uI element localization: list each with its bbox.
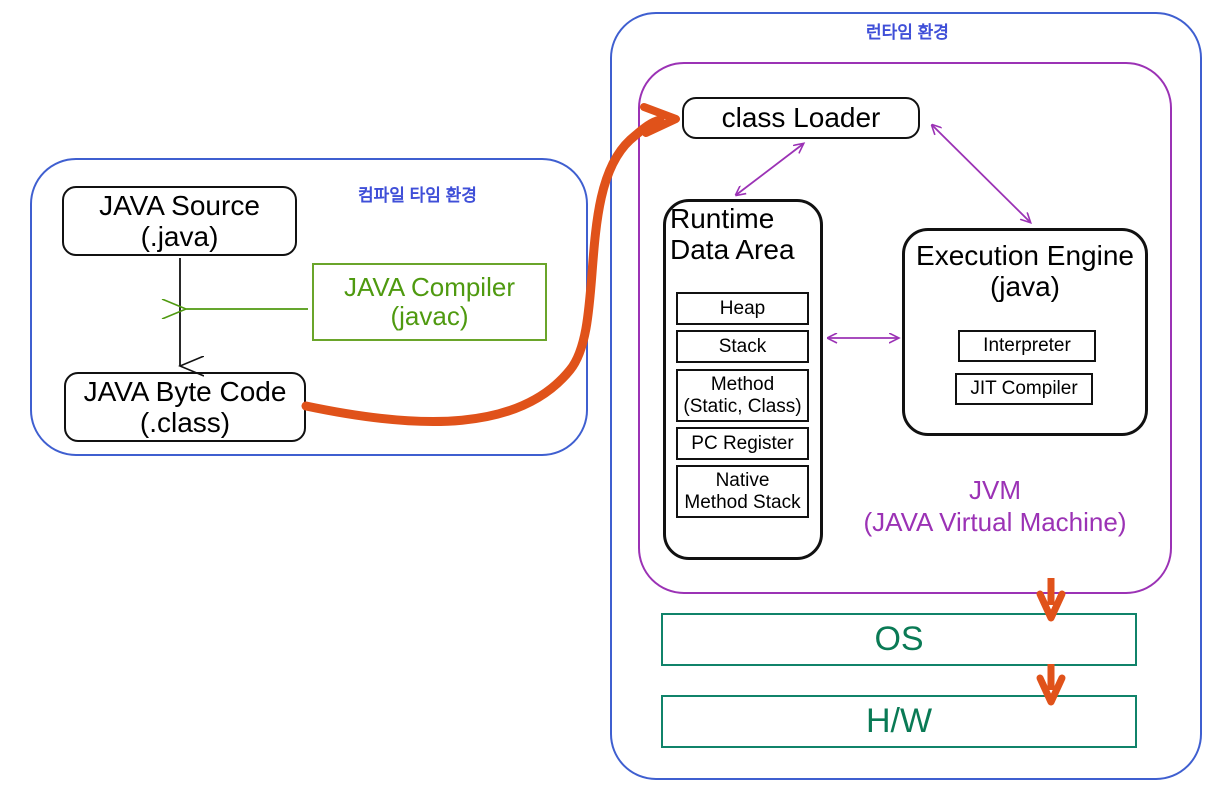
java-bytecode-line2: (.class) (139, 407, 231, 438)
rda-method-label-line2: (Static, Class) (683, 395, 802, 417)
runtime-data-area-title: Runtime Data Area (670, 202, 816, 265)
hw-box: H/W (661, 695, 1137, 748)
jvm-label: JVM (JAVA Virtual Machine) (845, 475, 1145, 538)
os-label: OS (874, 620, 924, 659)
java-compiler-box: JAVA Compiler (javac) (312, 263, 547, 341)
rda-stack-label: Stack (718, 335, 767, 357)
diagram-canvas: 컴파일 타임 환경 JAVA Source (.java) JAVA Byte … (0, 0, 1209, 793)
rda-method-label-line1: Method (710, 374, 775, 396)
hw-label: H/W (865, 702, 933, 741)
class-loader-box: class Loader (682, 97, 920, 139)
os-box: OS (661, 613, 1137, 666)
java-compiler-line2: (javac) (390, 301, 469, 331)
compile-time-environment-label: 컴파일 타임 환경 (358, 186, 477, 205)
java-source-line2: (.java) (140, 221, 219, 252)
java-source-box: JAVA Source (.java) (62, 186, 297, 256)
runtime-data-area-item-heap: Heap (676, 292, 809, 325)
runtime-data-area-item-pc-register: PC Register (676, 427, 809, 460)
execution-engine-title: Execution Engine (java) (906, 240, 1144, 302)
rda-pc-register-label: PC Register (691, 432, 794, 454)
runtime-data-area-item-method: Method (Static, Class) (676, 369, 809, 422)
interpreter-label: Interpreter (983, 335, 1071, 357)
runtime-data-area-item-stack: Stack (676, 330, 809, 363)
jvm-label-line1: JVM (969, 475, 1021, 505)
java-compiler-line1: JAVA Compiler (344, 271, 515, 302)
runtime-environment-label: 런타임 환경 (866, 23, 949, 42)
rda-heap-label: Heap (719, 297, 766, 319)
runtime-data-area-item-native-method-stack: Native Method Stack (676, 465, 809, 518)
rda-native-label-line1: Native (715, 470, 770, 492)
execution-engine-title-line1: Execution Engine (916, 239, 1134, 271)
rda-native-label-line2: Method Stack (684, 491, 801, 513)
jit-compiler-label: JIT Compiler (970, 378, 1078, 400)
java-source-line1: JAVA Source (99, 189, 260, 221)
class-loader-label: class Loader (721, 102, 881, 134)
runtime-data-area-title-line1: Runtime (670, 202, 775, 234)
java-bytecode-line1: JAVA Byte Code (83, 375, 287, 407)
execution-engine-item-jit-compiler: JIT Compiler (955, 373, 1093, 405)
execution-engine-item-interpreter: Interpreter (958, 330, 1096, 362)
java-bytecode-box: JAVA Byte Code (.class) (64, 372, 306, 442)
execution-engine-title-line2: (java) (989, 271, 1060, 302)
jvm-label-line2: (JAVA Virtual Machine) (863, 506, 1127, 537)
runtime-data-area-title-line2: Data Area (670, 234, 795, 265)
